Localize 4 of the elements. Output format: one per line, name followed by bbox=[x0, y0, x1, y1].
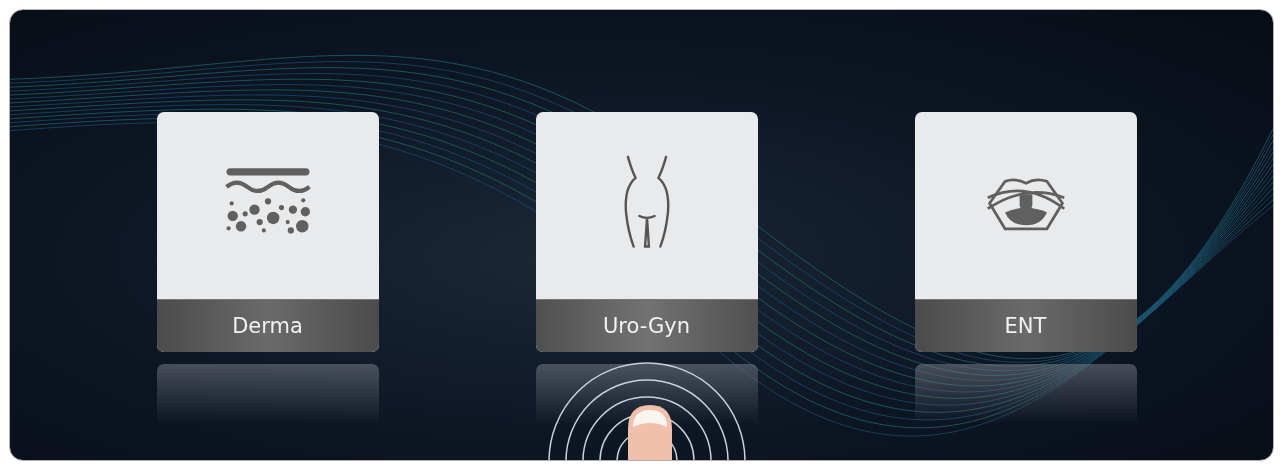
mode-tile-button[interactable]: Derma bbox=[156, 112, 379, 352]
mode-tile-button[interactable]: Uro-Gyn bbox=[535, 112, 758, 352]
fingertip-drawing bbox=[627, 405, 672, 460]
mode-tile-button[interactable]: ENT bbox=[914, 112, 1137, 352]
